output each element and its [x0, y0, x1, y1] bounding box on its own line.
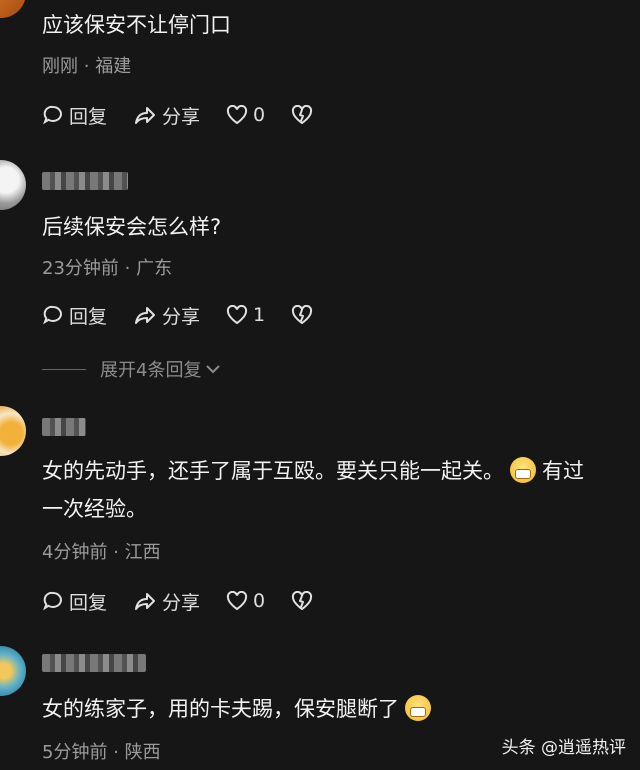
expand-replies-label: 展开4条回复 [100, 360, 202, 381]
comment-time: 刚刚 [42, 56, 78, 77]
dislike-button[interactable] [291, 105, 318, 125]
reply-button[interactable]: 回复 [42, 102, 107, 129]
grin-emoji-icon [510, 457, 536, 483]
comment-meta: 5分钟前 · 陕西 [42, 738, 161, 764]
reply-button[interactable]: 回复 [42, 302, 107, 329]
comment-text: 女的先动手，还手了属于互殴。要关只能一起关。 有过 一次经验。 [42, 452, 632, 528]
avatar[interactable] [0, 160, 26, 210]
reply-label: 回复 [69, 105, 108, 128]
share-button[interactable]: 分享 [133, 102, 200, 129]
divider [42, 368, 86, 370]
dislike-button[interactable] [291, 305, 318, 325]
reply-icon [43, 591, 62, 611]
username-blurred[interactable] [42, 418, 86, 436]
comment-location: 广东 [136, 258, 173, 279]
username-blurred[interactable] [42, 172, 128, 190]
comment-actions: 回复 分享 1 [42, 300, 344, 330]
meta-separator: · [113, 742, 119, 763]
comment-time: 23分钟前 [42, 258, 119, 279]
meta-separator: · [124, 258, 131, 279]
chevron-down-icon [206, 365, 221, 374]
meta-separator: · [83, 56, 90, 77]
comment-location: 江西 [124, 542, 161, 563]
expand-replies-button[interactable]: 展开4条回复 [42, 356, 221, 382]
reply-label: 回复 [69, 591, 108, 614]
comment-text-line1: 女的练家子，用的卡夫踢，保安腿断了 [42, 697, 399, 721]
reply-label: 回复 [69, 305, 108, 328]
like-count: 0 [253, 590, 266, 612]
comment-text-line2: 一次经验。 [42, 497, 147, 521]
like-count: 0 [253, 104, 266, 126]
avatar[interactable] [0, 406, 26, 456]
dislike-button[interactable] [291, 591, 318, 611]
broken-heart-icon [292, 305, 313, 324]
share-icon [135, 107, 156, 124]
meta-separator: · [113, 542, 119, 563]
heart-icon [226, 305, 248, 325]
heart-icon [226, 105, 248, 125]
comment-text: 应该保安不让停门口 [42, 13, 231, 37]
comment-text-line1-end: 有过 [542, 459, 584, 483]
reply-icon [43, 105, 62, 125]
comment-location: 陕西 [124, 742, 161, 763]
share-label: 分享 [162, 105, 201, 128]
share-label: 分享 [162, 305, 201, 328]
reply-button[interactable]: 回复 [42, 588, 107, 615]
like-button[interactable]: 0 [226, 590, 265, 612]
avatar[interactable] [0, 0, 26, 18]
comment-time: 4分钟前 [42, 542, 108, 563]
comment-text: 女的练家子，用的卡夫踢，保安腿断了 [42, 690, 632, 728]
share-icon [135, 307, 156, 324]
comment-text: 后续保安会怎么样? [42, 215, 222, 239]
watermark: 头条 @逍遥热评 [501, 738, 626, 758]
broken-heart-icon [292, 105, 313, 124]
username-blurred[interactable] [42, 654, 146, 672]
share-icon [135, 593, 156, 610]
grin-emoji-icon [405, 695, 431, 721]
avatar[interactable] [0, 646, 26, 696]
like-button[interactable]: 0 [226, 104, 265, 126]
like-count: 1 [253, 304, 266, 326]
comment-meta: 4分钟前 · 江西 [42, 538, 161, 564]
reply-icon [43, 305, 62, 325]
share-button[interactable]: 分享 [133, 588, 200, 615]
comment-meta: 23分钟前 · 广东 [42, 254, 172, 280]
comment-time: 5分钟前 [42, 742, 108, 763]
share-label: 分享 [162, 591, 201, 614]
like-button[interactable]: 1 [226, 304, 265, 326]
share-button[interactable]: 分享 [133, 302, 200, 329]
comment-meta: 刚刚 · 福建 [42, 52, 131, 78]
broken-heart-icon [292, 591, 313, 610]
heart-icon [226, 591, 248, 611]
comment-text-line1: 女的先动手，还手了属于互殴。要关只能一起关。 [42, 459, 504, 483]
comment-actions: 回复 分享 0 [42, 586, 344, 616]
comment-location: 福建 [95, 56, 132, 77]
comment-actions: 回复 分享 0 [42, 100, 344, 130]
